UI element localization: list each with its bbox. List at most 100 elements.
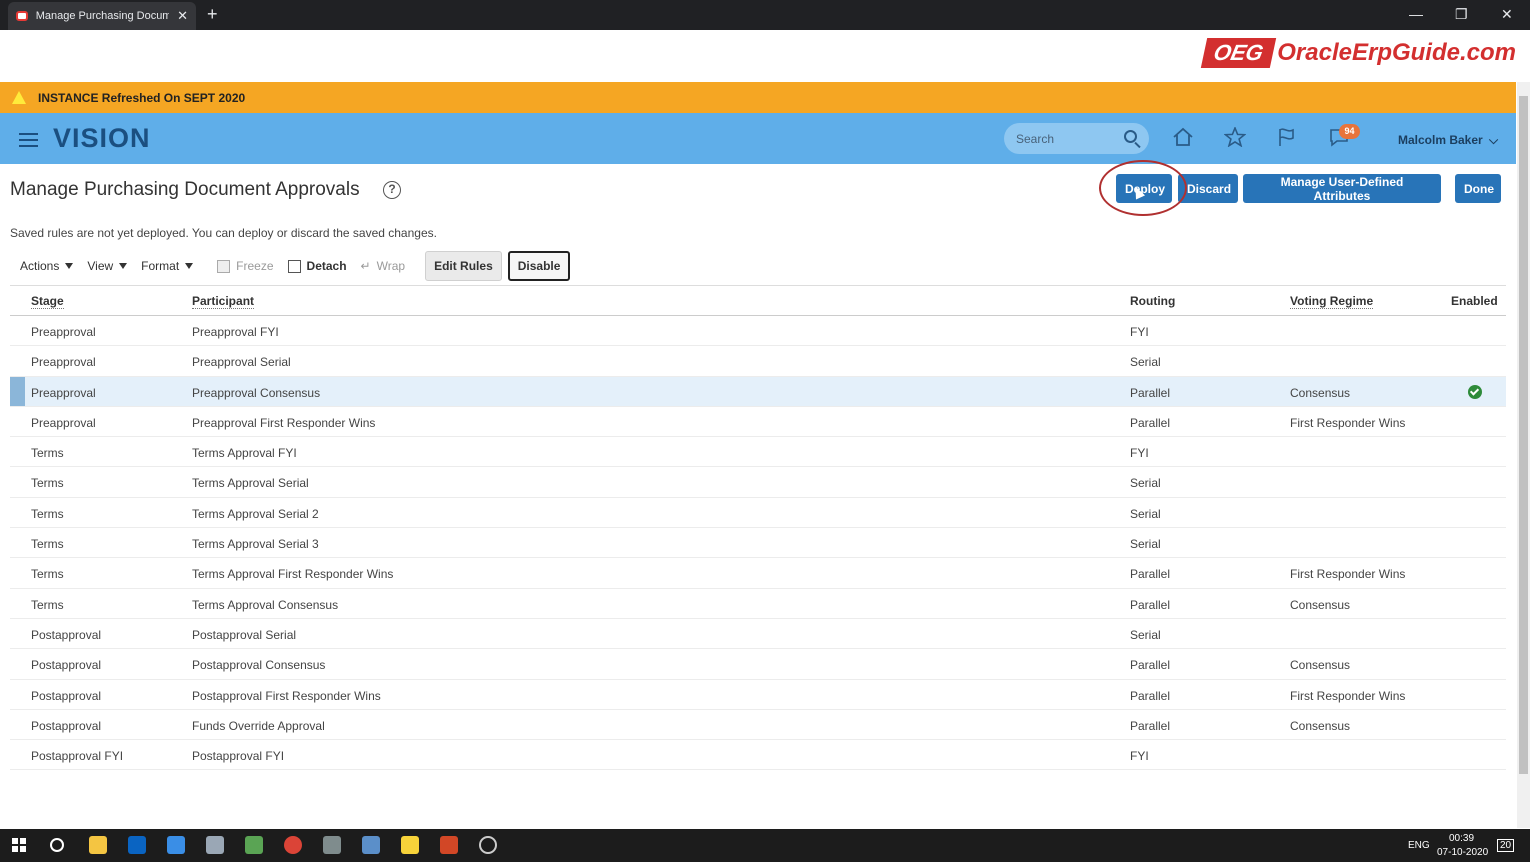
page-scrollbar[interactable] [1517, 82, 1530, 828]
new-tab-button[interactable]: + [207, 4, 218, 25]
search-input[interactable] [1016, 131, 1116, 146]
app-icon[interactable] [206, 836, 224, 854]
voting-regime-cell: First Responder Wins [1290, 415, 1406, 430]
stage-cell: Preapproval [31, 415, 96, 430]
freeze-button[interactable]: Freeze [217, 259, 274, 273]
sticky-notes-icon[interactable] [401, 836, 419, 854]
home-icon[interactable] [1172, 127, 1194, 153]
mail-icon[interactable] [167, 836, 185, 854]
brand-strip: OEG OracleErpGuide.com [0, 30, 1530, 82]
app-icon[interactable] [479, 836, 497, 854]
tab-close-icon[interactable]: ✕ [177, 8, 188, 24]
restore-icon[interactable]: ❐ [1455, 6, 1468, 23]
routing-cell: Parallel [1130, 718, 1171, 733]
brand-text: OracleErpGuide.com [1277, 39, 1516, 66]
participant-cell: Postapproval FYI [192, 749, 285, 764]
app-icon[interactable] [362, 836, 380, 854]
stage-cell: Terms [31, 537, 64, 552]
table-row[interactable]: Terms Terms Approval Serial 3 Serial [10, 528, 1506, 559]
routing-cell: Parallel [1130, 385, 1171, 400]
table-row[interactable]: Preapproval Preapproval Consensus Parallel… [10, 376, 1506, 407]
scrollbar-thumb[interactable] [1519, 96, 1528, 774]
stage-cell: Preapproval [31, 355, 96, 370]
done-button[interactable]: Done [1455, 174, 1501, 203]
approval-rules-table: Stage Participant Routing Voting Regime … [10, 285, 1506, 771]
table-row[interactable]: Preapproval Preapproval Serial Serial [10, 346, 1506, 377]
routing-cell: Serial [1130, 355, 1161, 370]
routing-cell: Serial [1130, 476, 1161, 491]
table-row[interactable]: Postapproval Postapproval Consensus Parall… [10, 649, 1506, 680]
clock-date[interactable]: 07-10-2020 [1437, 847, 1488, 858]
table-row[interactable]: Terms Terms Approval Serial 2 Serial [10, 498, 1506, 529]
routing-cell: Parallel [1130, 688, 1171, 703]
file-explorer-icon[interactable] [89, 836, 107, 854]
voting-regime-cell: First Responder Wins [1290, 688, 1406, 703]
detach-button[interactable]: Detach [287, 259, 347, 273]
outlook-icon[interactable] [128, 836, 146, 854]
user-menu[interactable]: Malcolm Baker ⌵ [1398, 133, 1498, 148]
participant-cell: Postapproval First Responder Wins [192, 688, 381, 703]
participant-cell: Terms Approval Serial 2 [192, 506, 319, 521]
global-search[interactable] [1004, 123, 1149, 154]
routing-cell: FYI [1130, 749, 1149, 764]
table-row[interactable]: Preapproval Preapproval FYI FYI [10, 316, 1506, 347]
table-row[interactable]: Terms Terms Approval First Responder Wins… [10, 558, 1506, 589]
table-header: Stage Participant Routing Voting Regime … [10, 285, 1506, 316]
menu-icon[interactable] [19, 133, 38, 147]
window-close-icon[interactable]: ✕ [1501, 6, 1513, 23]
table-row[interactable]: Terms Terms Approval FYI FYI [10, 437, 1506, 468]
stage-cell: Terms [31, 476, 64, 491]
table-row[interactable]: Postapproval Funds Override Approval Paral… [10, 710, 1506, 741]
table-row[interactable]: Postapproval FYI Postapproval FYI FYI [10, 740, 1506, 771]
star-icon[interactable] [1223, 125, 1247, 153]
tab-title: Manage Purchasing Document A [35, 10, 170, 22]
stage-cell: Postapproval [31, 658, 102, 673]
column-header-voting-regime[interactable]: Voting Regime [1290, 294, 1374, 309]
table-row[interactable]: Postapproval Postapproval First Responder… [10, 680, 1506, 710]
table-row[interactable]: Postapproval Postapproval Serial Serial [10, 619, 1506, 650]
oracleerpguide-logo: OEG OracleErpGuide.com [1201, 38, 1516, 68]
column-header-participant[interactable]: Participant [192, 294, 255, 309]
column-header-stage[interactable]: Stage [31, 294, 64, 309]
browser-tab[interactable]: Manage Purchasing Document A ✕ [8, 2, 196, 30]
flag-icon[interactable] [1276, 127, 1298, 153]
freeze-icon [217, 259, 231, 273]
routing-cell: Parallel [1130, 597, 1171, 612]
table-row[interactable]: Preapproval Preapproval First Responder W… [10, 407, 1506, 438]
powerpoint-icon[interactable] [440, 836, 458, 854]
manage-user-defined-attributes-button[interactable]: Manage User-Defined Attributes [1243, 174, 1441, 203]
column-header-enabled[interactable]: Enabled [1451, 294, 1498, 308]
wrap-button[interactable]: ↵ Wrap [361, 259, 406, 273]
search-taskbar-icon[interactable] [50, 838, 64, 852]
column-header-routing[interactable]: Routing [1130, 294, 1175, 308]
oracle-favicon-icon [16, 11, 28, 21]
edit-rules-button[interactable]: Edit Rules [425, 251, 502, 281]
vision-logo[interactable]: VISION [53, 123, 151, 154]
participant-cell: Preapproval FYI [192, 325, 279, 339]
actions-label: Actions [20, 259, 60, 273]
routing-cell: Parallel [1130, 567, 1171, 582]
format-menu[interactable]: Format [141, 259, 194, 273]
stage-cell: Postapproval FYI [31, 749, 124, 764]
actions-menu[interactable]: Actions [20, 259, 74, 273]
help-icon[interactable]: ? [383, 181, 401, 199]
table-row[interactable]: Terms Terms Approval Consensus Parallel Con… [10, 589, 1506, 619]
notepad-icon[interactable] [245, 836, 263, 854]
clock-time[interactable]: 00:39 [1449, 833, 1474, 844]
stage-cell: Terms [31, 597, 64, 612]
discard-button[interactable]: Discard [1178, 174, 1238, 203]
view-menu[interactable]: View [87, 259, 128, 273]
windows-start-icon[interactable] [12, 838, 26, 852]
language-indicator[interactable]: ENG [1408, 840, 1430, 851]
paint-icon[interactable] [323, 836, 341, 854]
search-icon[interactable] [1124, 130, 1137, 143]
caret-down-icon [185, 263, 194, 269]
table-row[interactable]: Terms Terms Approval Serial Serial [10, 467, 1506, 498]
disable-button[interactable]: Disable [507, 251, 571, 281]
minimize-icon[interactable]: — [1409, 6, 1423, 22]
participant-cell: Terms Approval Serial 3 [192, 537, 319, 552]
action-center-icon[interactable]: 20 [1497, 839, 1515, 852]
chrome-icon[interactable] [284, 836, 302, 854]
stage-cell: Terms [31, 506, 64, 521]
brand-box: OEG [1201, 38, 1277, 68]
